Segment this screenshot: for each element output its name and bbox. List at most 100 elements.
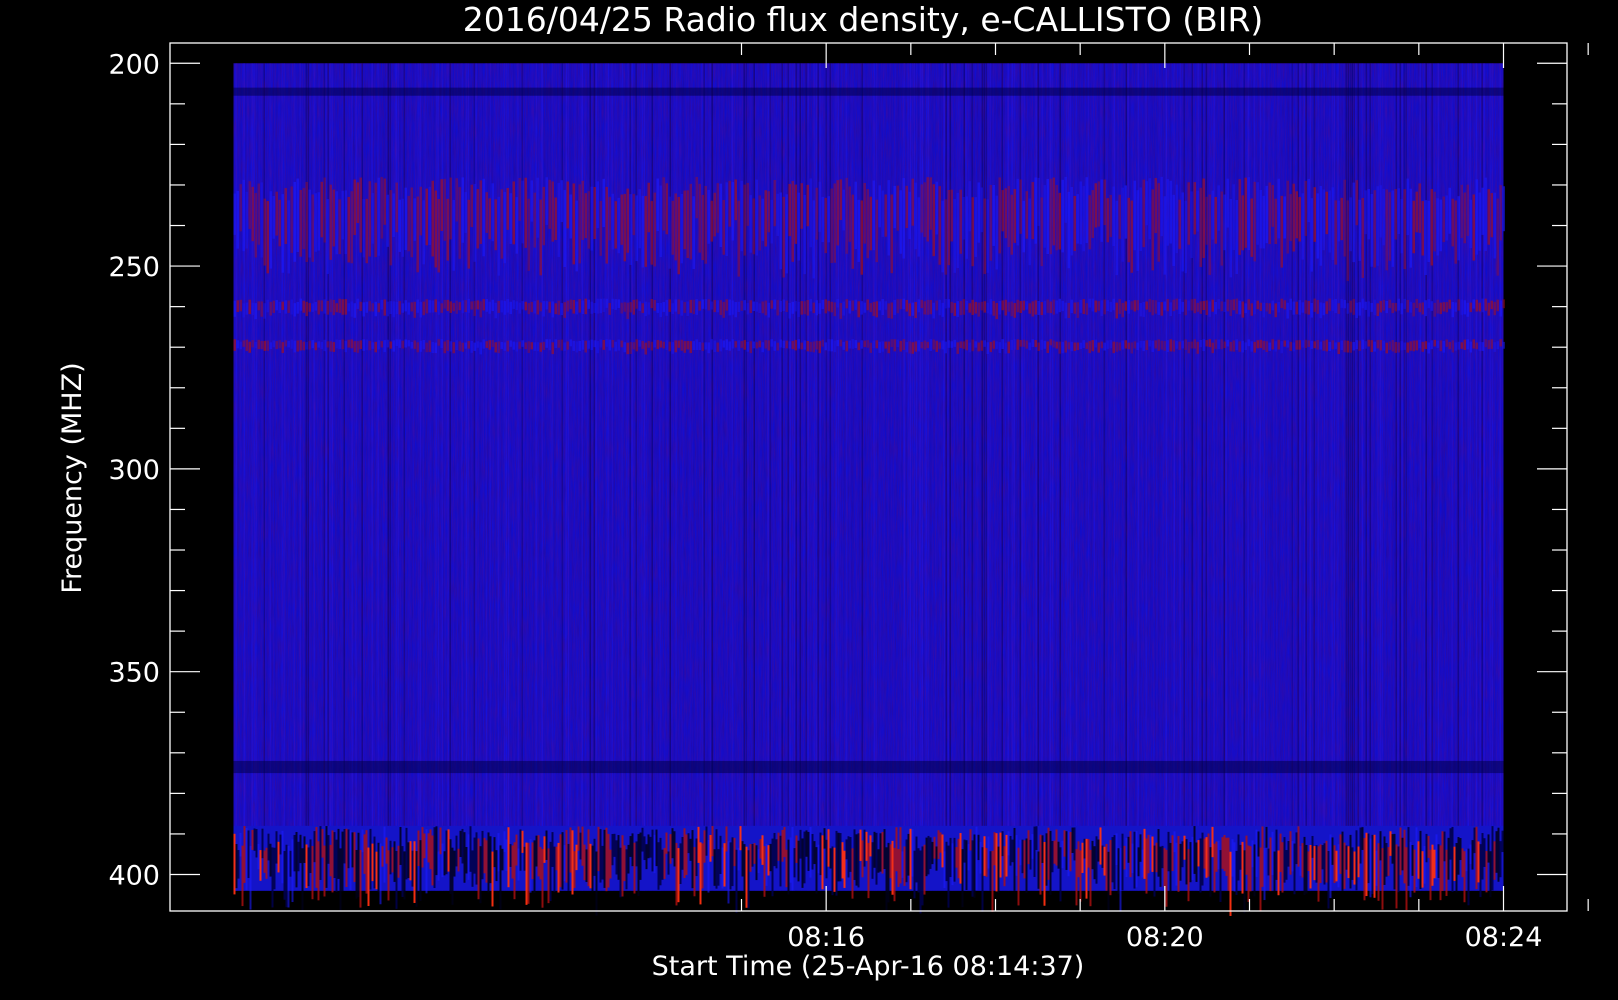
band-cell — [511, 845, 514, 879]
band-cell — [569, 299, 572, 310]
band-cell — [1154, 340, 1157, 349]
band-cell — [686, 301, 689, 317]
band-cell — [488, 340, 491, 350]
band-cell — [944, 199, 947, 275]
band-cell — [1375, 850, 1378, 886]
band-cell — [937, 830, 940, 859]
band-cell — [1061, 341, 1064, 354]
band-cell — [1172, 299, 1175, 312]
band-cell — [971, 339, 974, 352]
band-cell — [909, 828, 912, 890]
band-cell — [1133, 831, 1136, 889]
band-cell — [1163, 196, 1166, 275]
band-cell — [1088, 341, 1091, 354]
band-cell — [533, 342, 536, 351]
band-cell — [890, 302, 893, 319]
band-cell — [254, 192, 257, 258]
band-cell — [287, 846, 290, 908]
band-cell — [329, 299, 332, 313]
band-cell — [374, 341, 377, 353]
band-cell — [461, 828, 464, 864]
band-cell — [1191, 836, 1194, 881]
band-cell — [825, 839, 828, 879]
band-cell — [971, 299, 974, 315]
spectrogram-image — [233, 63, 1505, 916]
band-cell — [1149, 834, 1152, 871]
band-cell — [701, 299, 704, 309]
band-cell — [839, 179, 842, 221]
band-cell — [881, 831, 884, 874]
band-cell — [365, 198, 368, 264]
band-cell — [1349, 341, 1352, 353]
band-cell — [293, 834, 296, 872]
band-cell — [505, 839, 508, 871]
band-cell — [1184, 299, 1187, 316]
band-cell — [1256, 182, 1259, 245]
band-cell — [293, 340, 296, 353]
band-cell — [620, 340, 623, 348]
band-cell — [1011, 839, 1014, 863]
band-cell — [287, 200, 290, 274]
band-cell — [1049, 830, 1052, 895]
band-cell — [680, 300, 683, 316]
band-cell — [1031, 834, 1034, 859]
band-cell — [671, 828, 674, 859]
band-cell — [707, 299, 710, 311]
band-cell — [623, 342, 626, 353]
band-cell — [861, 840, 864, 878]
band-fill — [233, 760, 1504, 774]
band-cell — [767, 302, 770, 318]
band-cell — [944, 341, 947, 354]
band-cell — [587, 191, 590, 249]
band-cell — [335, 339, 338, 349]
band-cell — [377, 177, 380, 256]
band-cell — [1202, 301, 1205, 311]
band-cell — [470, 340, 473, 353]
band-cell — [1139, 187, 1142, 252]
band-cell — [1303, 836, 1306, 896]
band-cell — [1319, 341, 1322, 350]
band-cell — [764, 300, 767, 316]
band-cell — [716, 342, 719, 352]
band-cell — [769, 843, 772, 872]
band-cell — [1361, 339, 1364, 350]
band-cell — [1370, 302, 1373, 312]
band-cell — [1244, 303, 1247, 314]
band-cell — [479, 342, 482, 355]
band-cell — [485, 192, 488, 233]
band-cell — [935, 340, 938, 352]
band-cell — [295, 831, 298, 888]
band-cell — [956, 342, 959, 354]
band-cell — [1295, 832, 1298, 865]
band-cell — [1064, 176, 1067, 223]
band-cell — [1346, 340, 1349, 353]
band-cell — [1395, 844, 1398, 909]
band-cell — [363, 834, 366, 874]
band-cell — [692, 196, 695, 270]
band-cell — [409, 841, 412, 881]
band-cell — [449, 341, 452, 352]
band-cell — [1007, 831, 1010, 856]
band-cell — [1251, 840, 1254, 868]
band-cell — [889, 844, 892, 879]
band-cell — [1220, 339, 1223, 350]
band-cell — [521, 830, 524, 853]
band-cell — [1349, 834, 1352, 889]
band-cell — [1472, 339, 1475, 349]
band-cell — [938, 186, 941, 265]
band-cell — [401, 198, 404, 257]
band-cell — [239, 832, 242, 857]
band-cell — [1115, 833, 1118, 866]
band-cell — [455, 835, 458, 867]
band-cell — [278, 340, 281, 349]
band-cell — [911, 342, 914, 354]
band-cell — [583, 844, 586, 881]
band-cell — [473, 342, 476, 351]
band-cell — [1394, 341, 1397, 353]
band-cell — [675, 842, 678, 906]
band-cell — [1067, 342, 1070, 350]
band-cell — [555, 846, 558, 871]
band-cell — [933, 836, 936, 859]
band-cell — [698, 183, 701, 253]
band-cell — [380, 176, 383, 239]
